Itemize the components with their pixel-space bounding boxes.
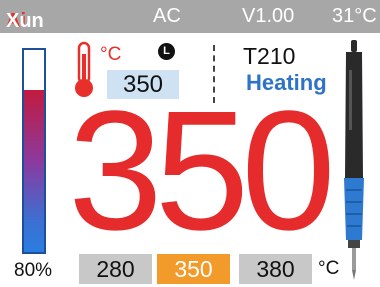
soldering-iron-icon — [344, 40, 364, 280]
brand-logo-xun: Xun — [6, 10, 44, 32]
power-percent: 80% — [14, 260, 53, 281]
status-bar: Ai Xun AC V1.00 31°C — [0, 0, 380, 33]
power-level-fill — [24, 90, 44, 252]
preset-3-button[interactable]: 380 — [239, 254, 312, 284]
ambient-temperature: 31°C — [332, 5, 377, 27]
current-temperature: 350 — [68, 76, 336, 266]
preset-unit: °C — [318, 258, 340, 279]
power-source: AC — [153, 5, 181, 27]
setpoint-unit: °C — [100, 44, 122, 65]
preset-1-button[interactable]: 280 — [79, 254, 152, 284]
lock-icon: L — [158, 43, 175, 60]
power-level-bar — [22, 48, 46, 254]
soldering-station-screen: Ai Xun AC V1.00 31°C 80% °C L 350 T210 He… — [0, 0, 380, 287]
preset-2-button[interactable]: 350 — [157, 254, 230, 284]
firmware-version: V1.00 — [242, 5, 295, 27]
tip-model: T210 — [243, 43, 296, 69]
